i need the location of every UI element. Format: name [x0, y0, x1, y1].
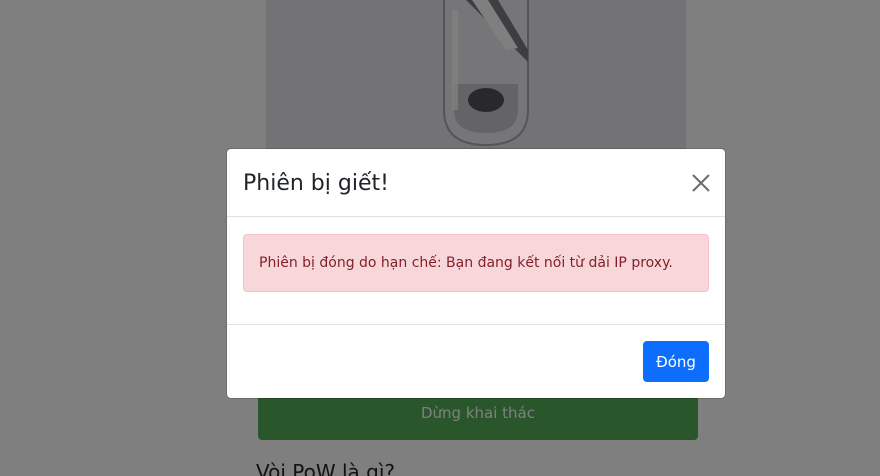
modal-footer: Đóng — [227, 324, 725, 398]
session-killed-modal: Phiên bị giết! Phiên bị đóng do hạn chế:… — [227, 149, 725, 398]
modal-body: Phiên bị đóng do hạn chế: Bạn đang kết n… — [227, 217, 725, 324]
error-alert: Phiên bị đóng do hạn chế: Bạn đang kết n… — [243, 234, 709, 292]
close-button[interactable] — [687, 169, 715, 197]
close-footer-button[interactable]: Đóng — [643, 341, 709, 382]
close-icon — [692, 174, 710, 192]
modal-title: Phiên bị giết! — [243, 171, 389, 196]
modal-header: Phiên bị giết! — [227, 149, 725, 217]
